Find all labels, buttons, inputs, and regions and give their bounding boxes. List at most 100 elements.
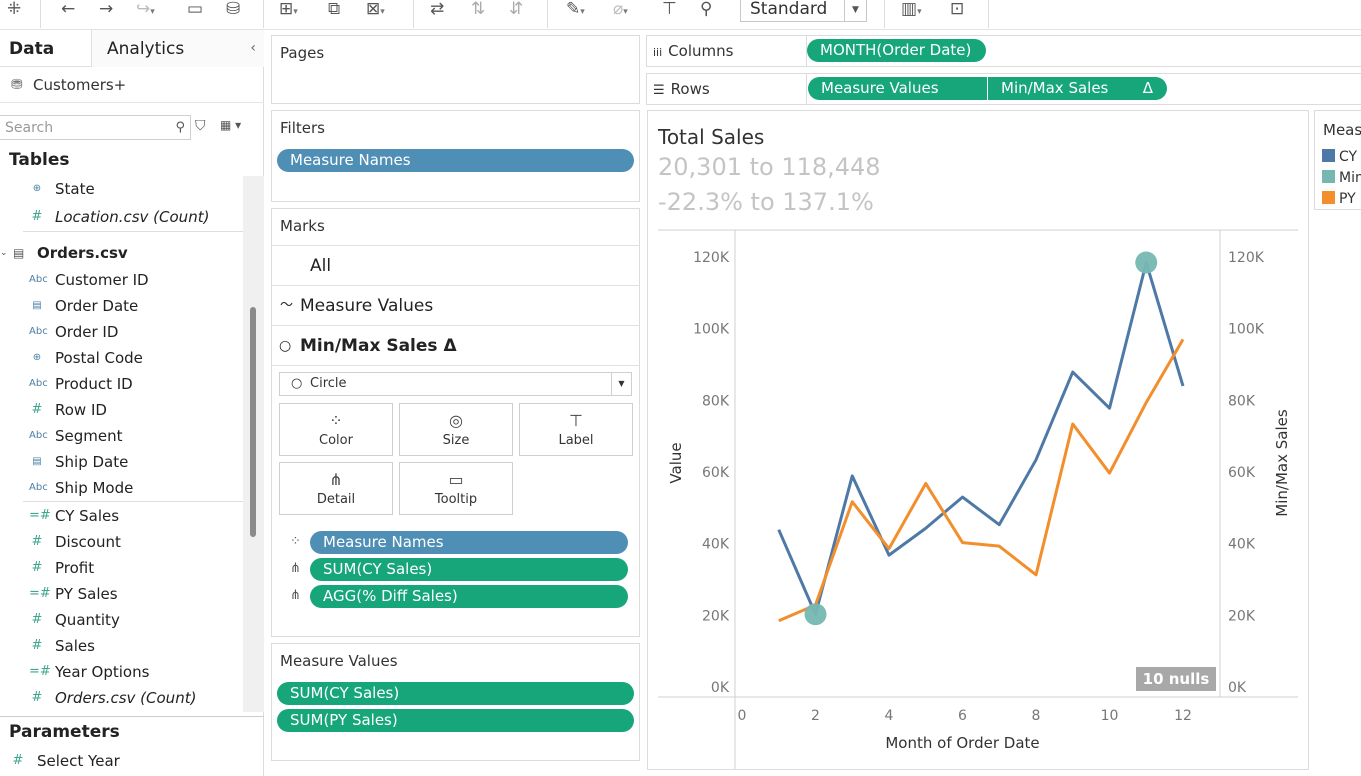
search-input[interactable]: Search ⚲ [0,115,191,140]
field-item[interactable]: ⊕ Postal Code [0,345,243,371]
field-item[interactable]: Abc Product ID [0,371,243,397]
chevron-down-icon[interactable]: ▼ [844,0,866,21]
save-icon[interactable]: ▭ [187,0,203,20]
field-label: Discount [55,533,121,551]
field-item[interactable]: =# PY Sales [0,581,243,607]
columns-shelf[interactable]: iii Columns MONTH(Order Date) [646,35,1361,67]
labels-icon[interactable]: ⊤ [662,0,677,20]
filter-icon[interactable]: ⛉ [195,118,206,134]
group-icon[interactable]: ⌀▾ [613,0,628,20]
pages-shelf[interactable]: Pages [271,35,640,104]
mark-type-select[interactable]: ○ Circle ▼ [279,372,632,396]
detail-button[interactable]: ⋔ Detail [279,462,393,515]
field-label: Ship Date [55,453,129,471]
new-datasource-icon[interactable]: ⛁ [226,0,240,20]
label-button[interactable]: ⊤ Label [519,403,633,456]
size-icon: ◎ [449,411,463,430]
view-size-select[interactable]: Standard ▼ [740,0,867,22]
rows-icon: ☰ [653,83,665,98]
filters-shelf[interactable]: Filters Measure Names [271,110,640,202]
field-item[interactable]: ▤ Ship Date [0,449,243,475]
globe-icon: ⊕ [32,183,42,194]
rows-shelf[interactable]: ☰ Rows Measure Values Min/Max Sales Δ [646,73,1361,105]
rows-pill-measure-values[interactable]: Measure Values [808,77,987,100]
marks-tab-minmax[interactable]: ○ Min/Max Sales Δ [272,325,639,365]
replay-icon[interactable]: ↪▾ [136,0,155,20]
scrollbar-thumb[interactable] [250,307,256,537]
viz-view[interactable]: Total Sales 20,301 to 118,448 -22.3% to … [647,110,1309,770]
tooltip-button[interactable]: ▭ Tooltip [399,462,513,515]
field-item[interactable]: # Quantity [0,607,243,633]
marks-card: Marks All 〜 Measure Values ○ Min/Max Sal… [271,208,640,637]
field-item[interactable]: =# Year Options [0,659,243,685]
highlight-icon[interactable]: ✎▾ [566,0,585,20]
toolbar-divider [263,0,264,28]
field-item[interactable]: Abc Order ID [0,319,243,345]
field-item[interactable]: # Orders.csv (Count) [0,685,243,711]
legend-label: PY S [1339,191,1361,207]
field-item[interactable]: # Discount [0,529,243,555]
rows-pill-minmax[interactable]: Min/Max Sales Δ [988,77,1167,100]
show-cards-icon[interactable]: ▥▾ [901,0,922,20]
field-item[interactable]: Abc Ship Mode [0,475,243,501]
search-row: Search ⚲ ⛉ ▦ ▾ [0,115,264,141]
marks-tab-measure-values[interactable]: 〜 Measure Values [272,285,639,325]
measure-value-pill-cy[interactable]: SUM(CY Sales) [277,682,634,705]
field-item[interactable]: # Row ID [0,397,243,423]
datasource-name: Customers+ [33,76,127,94]
field-item[interactable]: ▤ Order Date [0,293,243,319]
legend-swatch [1322,191,1335,204]
marks-pill-measure-names[interactable]: Measure Names [310,531,628,554]
field-item[interactable]: # Location.csv (Count) [0,204,243,230]
measure-values-title: Measure Values [280,652,398,670]
field-item[interactable]: # Sales [0,633,243,659]
field-item[interactable]: ⊕ State [0,176,243,202]
size-button[interactable]: ◎ Size [399,403,513,456]
measure-value-pill-py[interactable]: SUM(PY Sales) [277,709,634,732]
clear-sheet-icon[interactable]: ⊠▾ [366,0,385,20]
color-button[interactable]: ⁘ Color [279,403,393,456]
divider [23,501,243,502]
filter-pill-measure-names[interactable]: Measure Names [277,149,634,172]
measure-values-shelf[interactable]: Measure Values SUM(CY Sales) SUM(PY Sale… [271,643,640,761]
sort-ascending-icon[interactable]: ⇅ [471,0,485,20]
field-label: Product ID [55,375,133,393]
field-item[interactable]: =# CY Sales [0,503,243,529]
marks-pill-cy-sales[interactable]: SUM(CY Sales) [310,558,628,581]
chevron-down-icon[interactable]: ▼ [611,373,631,395]
presentation-icon[interactable]: ⊡ [950,0,964,20]
nulls-indicator[interactable]: 10 nulls [1136,667,1216,691]
field-item[interactable]: Abc Customer ID [0,267,243,293]
field-item[interactable]: Abc Segment [0,423,243,449]
x-axis-label: Month of Order Date [885,734,1039,752]
x-tick-label: 8 [1032,708,1041,724]
fix-axes-icon[interactable]: ⚲ [700,0,712,20]
y-tick-label: 20K [702,608,730,624]
legend-item[interactable]: Min [1322,170,1361,186]
marks-tab-all[interactable]: All [272,245,639,285]
tab-data[interactable]: Data [0,30,92,67]
datasource-item[interactable]: ⛃ Customers+ [0,67,264,103]
columns-pill-month[interactable]: MONTH(Order Date) [807,39,986,62]
new-worksheet-icon[interactable]: ⊞▾ [279,0,298,20]
legend-item[interactable]: PY S [1322,191,1361,207]
legend-item[interactable]: CY S [1322,149,1361,165]
field-item[interactable]: # Profit [0,555,243,581]
swap-icon[interactable]: ⇄ [430,0,444,20]
parameter-item[interactable]: # Select Year [0,748,243,774]
tab-analytics[interactable]: Analytics [92,30,264,67]
field-label: CY Sales [55,507,120,525]
marks-pill-diff-sales[interactable]: AGG(% Diff Sales) [310,585,628,608]
view-options-icon[interactable]: ▦ ▾ [220,118,241,132]
field-label: Customer ID [55,271,149,289]
table-orders[interactable]: ⌄ ▤ Orders.csv [0,240,243,266]
undo-icon[interactable]: ← [61,0,75,20]
chevron-down-icon[interactable]: ⌄ [0,240,8,266]
duplicate-sheet-icon[interactable]: ⧉ [328,0,340,20]
tableau-logo-icon[interactable]: ⁜ [7,0,21,20]
columns-label-text: Columns [668,42,734,60]
redo-icon[interactable]: → [99,0,113,20]
y-tick-label: 80K [702,393,730,409]
sort-descending-icon[interactable]: ⇵ [509,0,523,20]
collapse-pane-icon[interactable]: ‹ [250,30,256,67]
